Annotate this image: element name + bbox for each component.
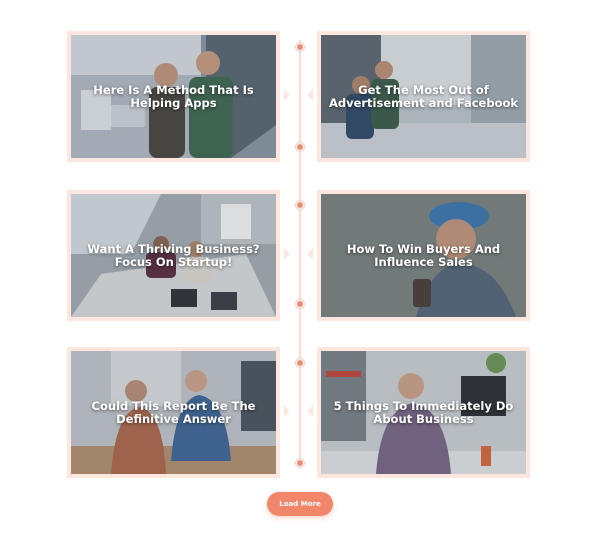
timeline-dot <box>296 43 304 51</box>
post-title[interactable]: How To Win Buyers And Influence Sales <box>327 242 520 269</box>
card-pointer <box>307 405 313 417</box>
timeline-dot <box>296 201 304 209</box>
post-card[interactable]: Here Is A Method That Is Helping Apps <box>67 31 290 162</box>
post-card[interactable]: Want A Thriving Business? Focus On Start… <box>67 190 290 321</box>
timeline-dot <box>296 143 304 151</box>
card-pointer <box>284 405 290 417</box>
post-image-container[interactable]: Here Is A Method That Is Helping Apps <box>71 35 276 158</box>
timeline-dot <box>296 300 304 308</box>
card-pointer <box>307 248 313 260</box>
card-pointer <box>307 89 313 101</box>
post-image-container[interactable]: How To Win Buyers And Influence Sales <box>321 194 526 317</box>
timeline-dot <box>296 359 304 367</box>
post-image-container[interactable]: Get The Most Out of Advertisement and Fa… <box>321 35 526 158</box>
timeline-line <box>299 40 301 465</box>
post-title[interactable]: Could This Report Be The Definitive Answ… <box>77 399 270 426</box>
post-title[interactable]: Here Is A Method That Is Helping Apps <box>77 83 270 110</box>
post-card[interactable]: Get The Most Out of Advertisement and Fa… <box>307 31 530 162</box>
post-title[interactable]: Want A Thriving Business? Focus On Start… <box>77 242 270 269</box>
post-image-container[interactable]: Want A Thriving Business? Focus On Start… <box>71 194 276 317</box>
load-more-button[interactable]: Load More <box>267 492 333 516</box>
card-pointer <box>284 248 290 260</box>
post-image-container[interactable]: 5 Things To Immediately Do About Busines… <box>321 351 526 474</box>
post-title[interactable]: Get The Most Out of Advertisement and Fa… <box>327 83 520 110</box>
timeline-dot <box>296 459 304 467</box>
card-pointer <box>284 89 290 101</box>
post-card[interactable]: Could This Report Be The Definitive Answ… <box>67 347 290 478</box>
post-card[interactable]: 5 Things To Immediately Do About Busines… <box>307 347 530 478</box>
post-title[interactable]: 5 Things To Immediately Do About Busines… <box>327 399 520 426</box>
post-image-container[interactable]: Could This Report Be The Definitive Answ… <box>71 351 276 474</box>
post-card[interactable]: How To Win Buyers And Influence Sales <box>307 190 530 321</box>
